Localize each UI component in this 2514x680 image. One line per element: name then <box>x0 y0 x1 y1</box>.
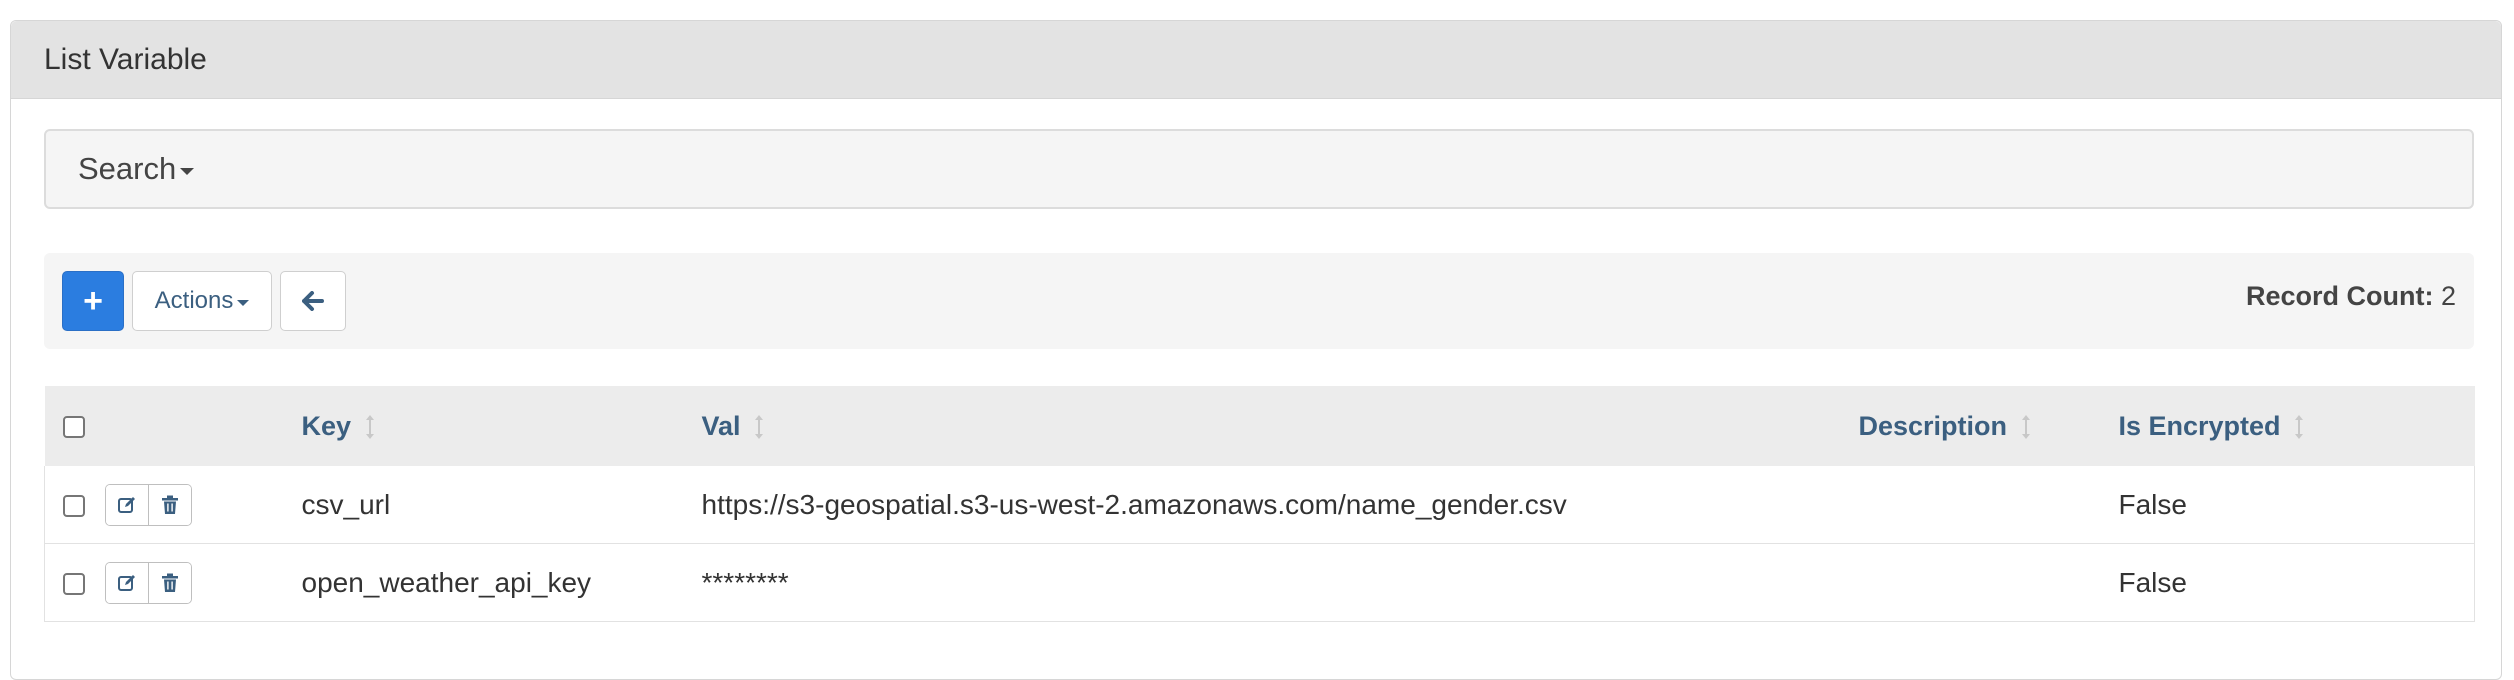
row-actions-header <box>104 386 302 466</box>
row-select-cell <box>44 543 105 622</box>
column-header-label: Is Encrypted <box>2118 410 2281 441</box>
table-row: csv_url https://s3-geospatial.s3-us-west… <box>44 466 2475 544</box>
row-checkbox[interactable] <box>63 573 85 596</box>
variables-table: Key Val Description Is Encrypted csv_url… <box>44 386 2475 622</box>
sort-icon <box>2295 415 2304 440</box>
actions-label: Actions <box>154 287 234 314</box>
panel-heading: List Variable <box>11 21 2501 99</box>
cell-key: open_weather_api_key <box>301 543 702 622</box>
row-actions-cell <box>104 466 302 544</box>
delete-button[interactable] <box>147 484 191 525</box>
row-select-cell <box>44 466 105 544</box>
cell-is-encrypted: False <box>2118 466 2475 544</box>
delete-button[interactable] <box>147 562 191 603</box>
column-header-val[interactable]: Val <box>701 386 1859 466</box>
plus-icon: + <box>83 281 103 320</box>
row-checkbox[interactable] <box>63 495 85 518</box>
record-count-label: Record Count: <box>2245 281 2434 311</box>
column-header-label: Key <box>301 410 352 441</box>
actions-dropdown-button[interactable]: Actions <box>132 271 272 331</box>
cell-val: ******** <box>701 543 1859 622</box>
edit-icon <box>117 574 135 591</box>
select-all-checkbox[interactable] <box>62 416 85 439</box>
cell-key: csv_url <box>301 466 702 544</box>
record-count: Record Count: 2 <box>2246 281 2456 312</box>
list-variable-panel: List Variable Search + Actions Record Co… <box>10 20 2502 680</box>
search-toggle[interactable]: Search <box>78 151 195 187</box>
record-count-value: 2 <box>2440 281 2456 311</box>
cell-description <box>1858 466 2119 544</box>
select-all-cell <box>44 386 105 466</box>
arrow-left-icon <box>302 291 324 311</box>
row-actions <box>104 561 192 604</box>
caret-down-icon <box>237 300 250 306</box>
page-title: List Variable <box>44 42 207 76</box>
trash-icon <box>161 495 178 514</box>
toolbar: + Actions Record Count: 2 <box>44 253 2474 349</box>
back-button[interactable] <box>280 271 346 331</box>
column-header-is-encrypted[interactable]: Is Encrypted <box>2118 386 2475 466</box>
cell-val: https://s3-geospatial.s3-us-west-2.amazo… <box>701 466 1859 544</box>
row-actions <box>104 483 192 526</box>
edit-button[interactable] <box>105 562 148 603</box>
search-label: Search <box>78 151 177 186</box>
table-header-row: Key Val Description Is Encrypted <box>44 386 2475 466</box>
edit-icon <box>117 496 135 513</box>
column-header-label: Description <box>1858 410 2008 441</box>
column-header-key[interactable]: Key <box>301 386 702 466</box>
column-header-description[interactable]: Description <box>1858 386 2119 466</box>
sort-icon <box>365 415 374 440</box>
table-row: open_weather_api_key ******** False <box>44 543 2475 622</box>
search-well: Search <box>44 129 2474 209</box>
sort-icon <box>755 415 764 440</box>
cell-description <box>1858 543 2119 622</box>
trash-icon <box>161 573 178 592</box>
caret-down-icon <box>180 167 195 175</box>
cell-is-encrypted: False <box>2118 543 2475 622</box>
add-button[interactable]: + <box>62 271 124 331</box>
edit-button[interactable] <box>105 484 148 525</box>
row-actions-cell <box>104 543 302 622</box>
sort-icon <box>2021 415 2030 440</box>
column-header-label: Val <box>701 410 741 441</box>
